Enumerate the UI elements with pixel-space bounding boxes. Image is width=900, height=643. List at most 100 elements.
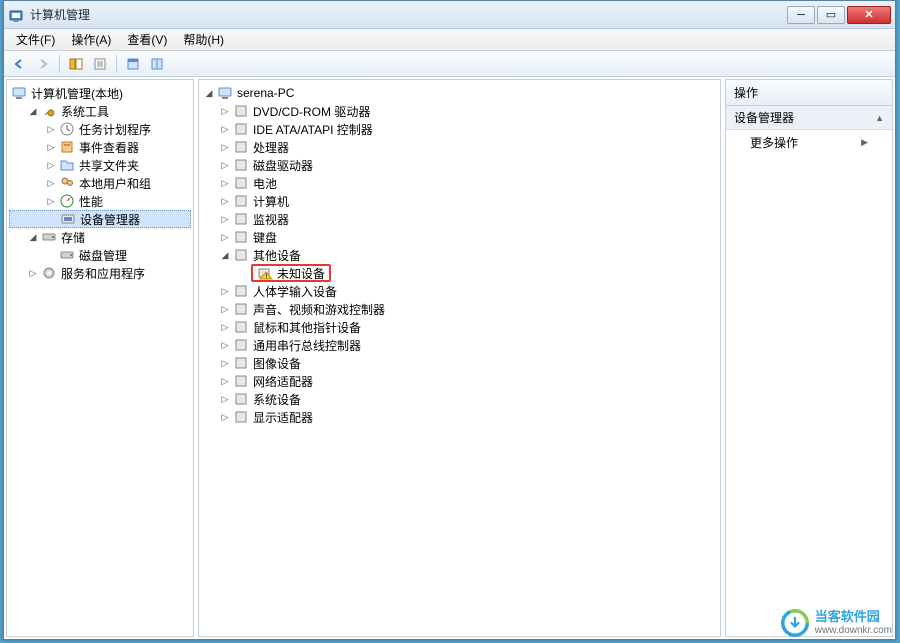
toggle-icon[interactable]: ◢ <box>27 231 39 243</box>
more-actions-item[interactable]: 更多操作 ▶ <box>726 130 892 155</box>
tree-item[interactable]: 磁盘管理 <box>9 246 191 264</box>
device-category[interactable]: ▷键盘 <box>201 228 718 246</box>
device-category[interactable]: ▷IDE ATA/ATAPI 控制器 <box>201 120 718 138</box>
toggle-icon[interactable]: ▷ <box>219 393 231 405</box>
properties-button[interactable] <box>89 54 111 74</box>
watermark: 当客软件园 www.downkr.com <box>781 609 892 637</box>
actions-section[interactable]: 设备管理器 ▲ <box>726 106 892 130</box>
tree-item[interactable]: ▷共享文件夹 <box>9 156 191 174</box>
toggle-icon[interactable]: ▷ <box>219 375 231 387</box>
toggle-icon[interactable]: ▷ <box>219 357 231 369</box>
toggle-icon[interactable] <box>45 249 57 261</box>
minimize-button[interactable]: ─ <box>787 6 815 24</box>
device-category[interactable]: ▷计算机 <box>201 192 718 210</box>
actions-header: 操作 <box>726 80 892 106</box>
device-icon <box>233 391 249 407</box>
device-category[interactable]: ▷处理器 <box>201 138 718 156</box>
toggle-icon[interactable]: ▷ <box>219 141 231 153</box>
group-icon <box>41 265 57 281</box>
toggle-icon[interactable]: ▷ <box>45 159 57 171</box>
device-category[interactable]: ▷人体学输入设备 <box>201 282 718 300</box>
device-icon <box>233 409 249 425</box>
toggle-icon[interactable]: ▷ <box>45 141 57 153</box>
device-category[interactable]: ▷通用串行总线控制器 <box>201 336 718 354</box>
toggle-icon[interactable]: ▷ <box>27 267 39 279</box>
group-icon <box>41 229 57 245</box>
toggle-icon[interactable]: ▷ <box>219 177 231 189</box>
device-item-highlighted[interactable]: !未知设备 <box>201 264 718 282</box>
menu-file[interactable]: 文件(F) <box>8 29 63 50</box>
device-category[interactable]: ▷系统设备 <box>201 390 718 408</box>
toggle-icon[interactable]: ◢ <box>203 87 215 99</box>
computer-icon <box>217 85 233 101</box>
back-button[interactable] <box>8 54 30 74</box>
tree-item[interactable]: 设备管理器 <box>9 210 191 228</box>
show-hide-tree-button[interactable] <box>65 54 87 74</box>
toggle-icon[interactable]: ◢ <box>27 105 39 117</box>
item-icon <box>59 121 75 137</box>
tree-item[interactable]: ▷事件查看器 <box>9 138 191 156</box>
device-category[interactable]: ▷磁盘驱动器 <box>201 156 718 174</box>
actions-pane: 操作 设备管理器 ▲ 更多操作 ▶ <box>725 79 893 637</box>
toggle-icon[interactable]: ▷ <box>219 411 231 423</box>
view-button[interactable] <box>122 54 144 74</box>
tree-item[interactable]: ▷任务计划程序 <box>9 120 191 138</box>
tree-item[interactable]: ▷性能 <box>9 192 191 210</box>
item-icon <box>59 157 75 173</box>
device-category[interactable]: ▷电池 <box>201 174 718 192</box>
toggle-icon[interactable]: ◢ <box>219 249 231 261</box>
menu-action[interactable]: 操作(A) <box>63 29 119 50</box>
tree-group[interactable]: ◢系统工具 <box>9 102 191 120</box>
toggle-icon[interactable]: ▷ <box>45 123 57 135</box>
tree-group[interactable]: ◢存储 <box>9 228 191 246</box>
toggle-icon[interactable]: ▷ <box>219 303 231 315</box>
device-category[interactable]: ◢其他设备 <box>201 246 718 264</box>
item-icon <box>59 139 75 155</box>
tree-root[interactable]: 计算机管理(本地) <box>9 84 191 102</box>
menu-help[interactable]: 帮助(H) <box>175 29 232 50</box>
warning-icon: ! <box>257 265 273 281</box>
device-category[interactable]: ▷监视器 <box>201 210 718 228</box>
item-icon <box>59 175 75 191</box>
tree-group[interactable]: ▷服务和应用程序 <box>9 264 191 282</box>
toggle-icon[interactable]: ▷ <box>219 159 231 171</box>
tree-item[interactable]: ▷本地用户和组 <box>9 174 191 192</box>
toggle-icon[interactable]: ▷ <box>219 285 231 297</box>
forward-button[interactable] <box>32 54 54 74</box>
toggle-icon[interactable]: ▷ <box>219 339 231 351</box>
toggle-icon[interactable]: ▷ <box>219 213 231 225</box>
menu-view[interactable]: 查看(V) <box>119 29 175 50</box>
device-icon <box>233 211 249 227</box>
device-icon <box>233 121 249 137</box>
toggle-icon[interactable]: ▷ <box>219 123 231 135</box>
window-title: 计算机管理 <box>30 6 787 23</box>
menubar: 文件(F) 操作(A) 查看(V) 帮助(H) <box>4 29 895 51</box>
device-category[interactable]: ▷显示适配器 <box>201 408 718 426</box>
toggle-icon[interactable]: ▷ <box>219 105 231 117</box>
device-icon <box>233 103 249 119</box>
center-tree-pane: ◢serena-PC▷DVD/CD-ROM 驱动器▷IDE ATA/ATAPI … <box>198 79 721 637</box>
actions-section-label: 设备管理器 <box>734 109 794 126</box>
item-icon <box>59 193 75 209</box>
toggle-icon[interactable]: ▷ <box>219 231 231 243</box>
device-icon <box>233 157 249 173</box>
toggle-icon[interactable]: ▷ <box>45 195 57 207</box>
maximize-button[interactable]: ▭ <box>817 6 845 24</box>
close-button[interactable]: ✕ <box>847 6 891 24</box>
watermark-name: 当客软件园 <box>815 610 892 624</box>
toggle-icon[interactable]: ▷ <box>219 195 231 207</box>
device-category[interactable]: ▷声音、视频和游戏控制器 <box>201 300 718 318</box>
device-icon <box>233 301 249 317</box>
toggle-icon[interactable] <box>46 213 58 225</box>
device-category[interactable]: ▷鼠标和其他指针设备 <box>201 318 718 336</box>
toggle-icon[interactable]: ▷ <box>45 177 57 189</box>
device-icon <box>233 175 249 191</box>
device-category[interactable]: ▷网络适配器 <box>201 372 718 390</box>
device-category[interactable]: ▷图像设备 <box>201 354 718 372</box>
item-icon <box>60 211 76 227</box>
device-category[interactable]: ▷DVD/CD-ROM 驱动器 <box>201 102 718 120</box>
toggle-icon[interactable]: ▷ <box>219 321 231 333</box>
device-root[interactable]: ◢serena-PC <box>201 84 718 102</box>
group-icon <box>41 103 57 119</box>
help-toolbar-button[interactable] <box>146 54 168 74</box>
